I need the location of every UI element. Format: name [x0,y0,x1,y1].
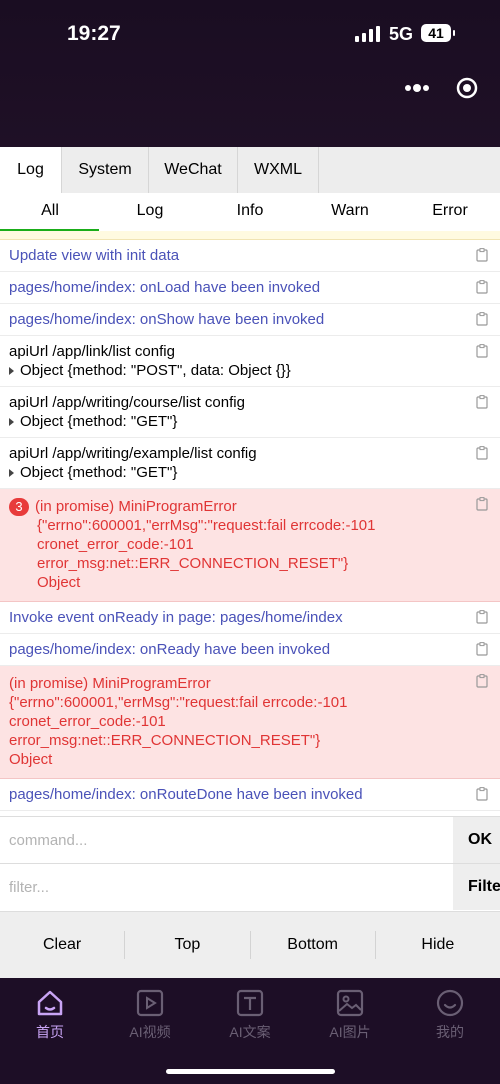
network-type: 5G [389,24,414,44]
object-preview: Object {method: "POST", data: Object {}} [20,362,291,379]
level-tabs: All Log Info Warn Error [0,193,500,232]
command-bar: OK [0,816,500,864]
text-icon [236,989,264,1017]
error-line: {"errno":600001,"errMsg":"request:fail e… [37,517,376,534]
copy-icon[interactable] [476,312,488,326]
copy-icon[interactable] [476,497,488,511]
expand-arrow-icon [9,418,14,426]
vconsole-panel: Log System WeChat WXML All Log Info Warn… [0,147,500,978]
object-expander[interactable]: Object {method: "POST", data: Object {}} [9,361,460,380]
error-object[interactable]: Object [9,573,460,592]
copy-icon[interactable] [476,610,488,624]
copy-icon[interactable] [476,344,488,358]
log-row: pages/home/index: onReady have been invo… [0,634,500,666]
filter-button[interactable]: Filter [453,864,500,910]
log-row: Invoke event onReady in page: pages/home… [0,602,500,634]
expand-arrow-icon [9,367,14,375]
log-text: pages/home/index: onReady have been invo… [9,641,331,658]
log-text: pages/home/index: onRouteDone have been … [9,786,363,803]
log-text: pages/home/index: onLoad have been invok… [9,279,321,296]
tab-all[interactable]: All [0,193,100,231]
image-icon [336,989,364,1017]
tab-level-log[interactable]: Log [100,193,200,231]
object-preview: Object {method: "GET"} [20,464,178,481]
log-row: apiUrl /app/writing/example/list config … [0,438,500,489]
copy-icon[interactable] [476,642,488,656]
nav-label: 我的 [436,1024,464,1040]
top-button[interactable]: Top [125,931,251,959]
copy-icon[interactable] [476,280,488,294]
tab-wxml[interactable]: WXML [238,147,319,193]
tab-wechat[interactable]: WeChat [149,147,238,193]
nav-label: AI文案 [229,1024,271,1040]
log-row: pages/home/index: onRouteDone have been … [0,779,500,811]
copy-icon[interactable] [476,248,488,262]
log-row: apiUrl /app/link/list config Object {met… [0,336,500,387]
profile-icon [436,989,464,1017]
bottom-button[interactable]: Bottom [251,931,376,959]
close-miniprogram-icon[interactable] [456,77,478,99]
nav-item-ai-video[interactable]: AI视频 [100,988,200,1042]
tab-system[interactable]: System [62,147,149,193]
tab-error[interactable]: Error [400,193,500,231]
primary-tabs: Log System WeChat WXML [0,147,500,194]
battery-icon: 41 [421,24,455,42]
copy-icon[interactable] [476,395,488,409]
log-text: pages/home/index: onShow have been invok… [9,311,325,328]
nav-label: 首页 [36,1024,64,1040]
object-expander[interactable]: Object {method: "GET"} [9,463,460,482]
object-expander[interactable]: Object {method: "GET"} [9,412,460,431]
error-title: (in promise) MiniProgramError [35,498,237,515]
command-input[interactable] [0,817,452,863]
log-list[interactable]: Update view with init data pages/home/in… [0,231,500,816]
filter-bar: Filter [0,864,500,912]
filter-input[interactable] [0,864,452,910]
tab-warn[interactable]: Warn [300,193,400,231]
nav-label: AI视频 [129,1024,171,1040]
video-icon [136,989,164,1017]
nav-label: AI图片 [329,1024,371,1040]
tab-log[interactable]: Log [0,147,62,193]
nav-item-profile[interactable]: 我的 [400,988,500,1042]
log-row: pages/home/index: onLoad have been invok… [0,272,500,304]
error-object[interactable]: Object [9,750,460,769]
repeat-count-badge: 3 [9,498,29,516]
signal-icon [355,26,380,42]
log-text: Invoke event onReady in page: pages/home… [9,609,343,626]
warn-row-partial [0,231,500,240]
log-text: Update view with init data [9,247,180,264]
error-row: (in promise) MiniProgramError {"errno":6… [0,666,500,779]
copy-icon[interactable] [476,446,488,460]
log-text: apiUrl /app/link/list config [9,343,175,360]
error-line: cronet_error_code:-101 [37,536,194,553]
object-preview: Object {method: "GET"} [20,413,178,430]
nav-item-ai-copy[interactable]: AI文案 [200,988,300,1042]
nav-item-home[interactable]: 首页 [0,988,100,1042]
log-row: Update view with init data [0,240,500,272]
clear-button[interactable]: Clear [0,931,126,959]
home-icon [37,990,63,1016]
status-bar: 19:27 5G 41 [0,0,500,147]
log-text: apiUrl /app/writing/course/list config [9,394,245,411]
expand-arrow-icon [9,469,14,477]
error-line: error_msg:net::ERR_CONNECTION_RESET"} [37,555,349,572]
ok-button[interactable]: OK [453,817,500,863]
action-bar: Clear Top Bottom Hide [0,912,500,978]
error-row: 3 (in promise) MiniProgramError {"errno":… [0,489,500,602]
tab-info[interactable]: Info [200,193,300,231]
error-line: {"errno":600001,"errMsg":"request:fail e… [9,694,348,711]
nav-item-ai-image[interactable]: AI图片 [300,988,400,1042]
error-line: cronet_error_code:-101 [9,713,166,730]
home-indicator[interactable] [166,1069,335,1074]
copy-icon[interactable] [476,787,488,801]
status-time: 19:27 [67,22,121,45]
log-row: pages/home/index: onShow have been invok… [0,304,500,336]
copy-icon[interactable] [476,674,488,688]
error-line: error_msg:net::ERR_CONNECTION_RESET"} [9,732,321,749]
error-title: (in promise) MiniProgramError [9,675,211,692]
log-text: apiUrl /app/writing/example/list config [9,445,257,462]
log-row: apiUrl /app/writing/course/list config O… [0,387,500,438]
more-icon[interactable] [404,78,430,98]
hide-button[interactable]: Hide [376,931,500,959]
